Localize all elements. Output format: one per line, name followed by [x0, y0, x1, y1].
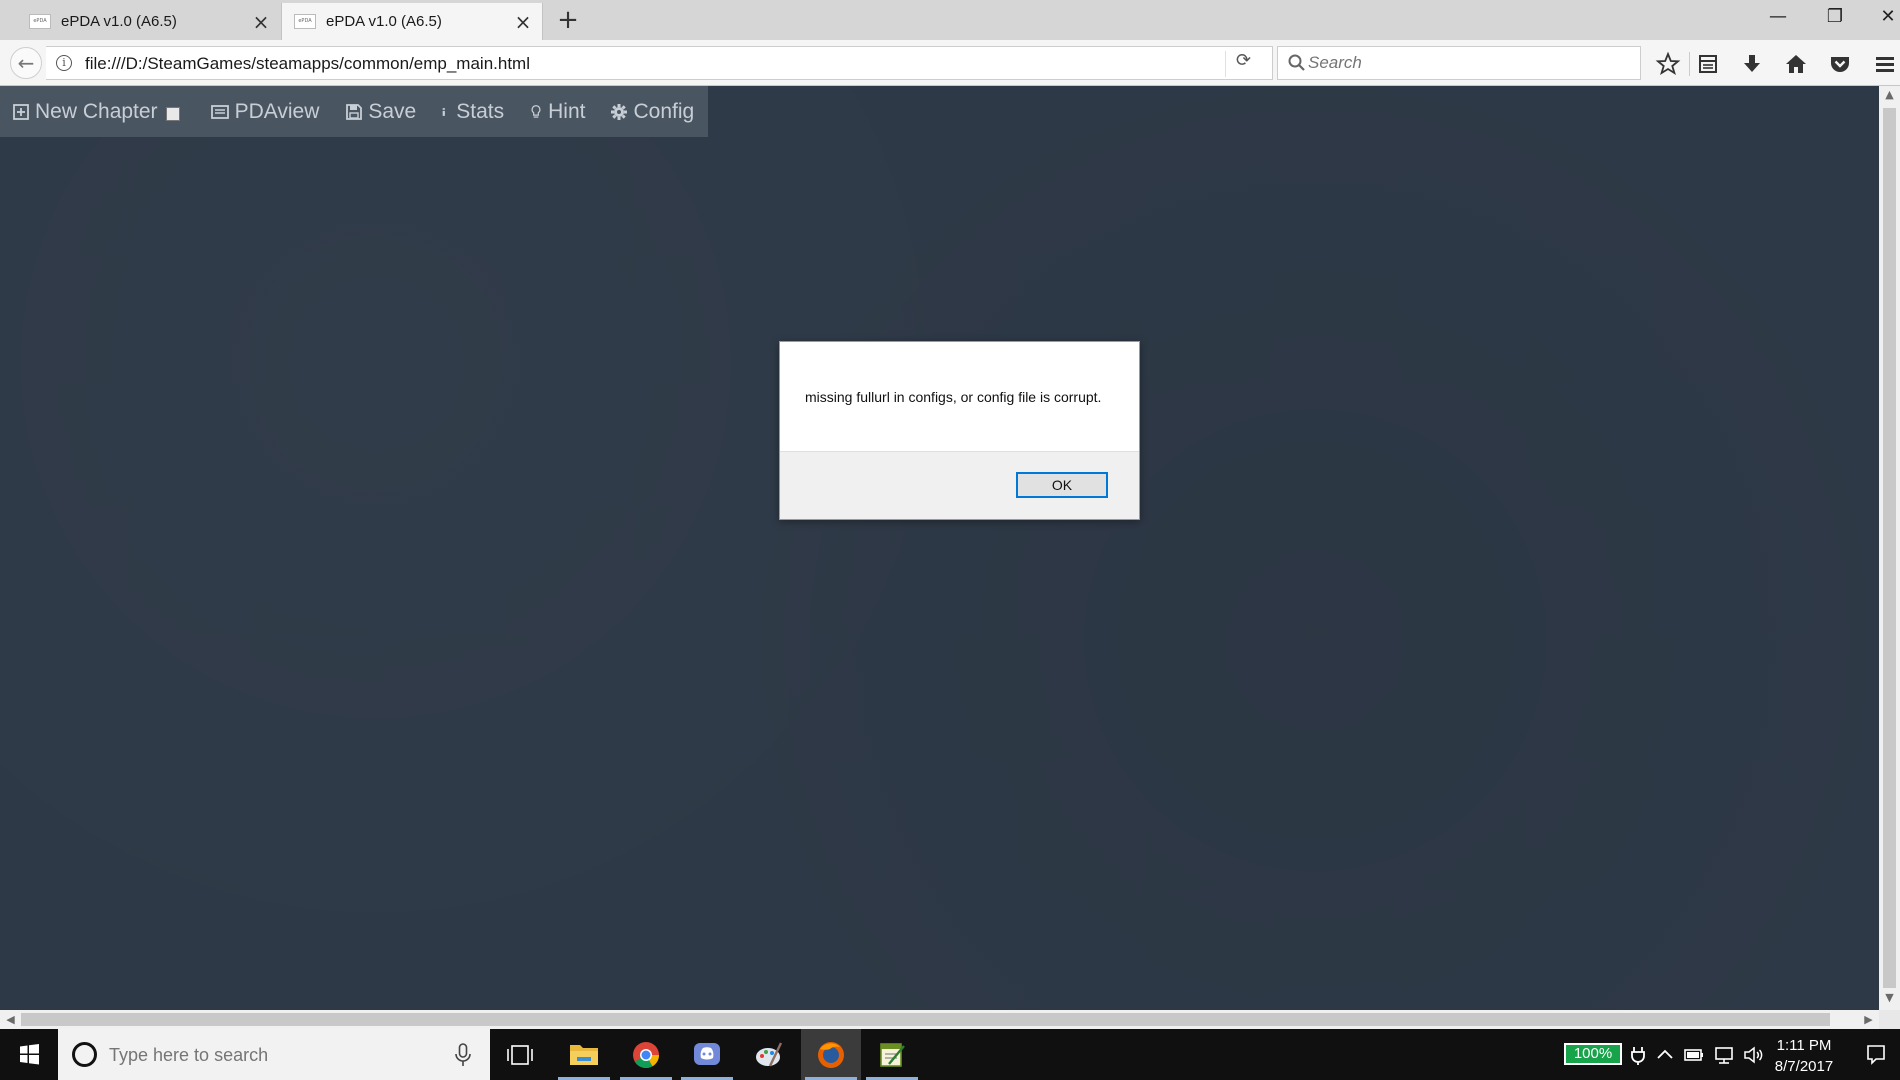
taskbar-clock[interactable]: 1:11 PM 8/7/2017 — [1769, 1035, 1839, 1077]
action-center-icon[interactable] — [1865, 1043, 1887, 1065]
vertical-scroll-thumb[interactable] — [1883, 108, 1896, 988]
notepad-icon — [880, 1043, 905, 1067]
scroll-down-arrow-icon[interactable]: ▼ — [1879, 991, 1900, 1008]
horizontal-scroll-thumb[interactable] — [21, 1013, 1830, 1026]
taskbar-search-box[interactable] — [58, 1029, 490, 1080]
hint-label: Hint — [548, 99, 586, 123]
alert-dialog: missing fullurl in configs, or config fi… — [779, 341, 1140, 520]
network-icon[interactable] — [1713, 1044, 1735, 1066]
hint-button[interactable]: Hint — [517, 86, 585, 137]
epda-favicon-icon: ePDA — [29, 14, 51, 29]
url-divider — [1225, 51, 1226, 77]
dialog-message: missing fullurl in configs, or config fi… — [805, 389, 1102, 405]
taskbar-paint[interactable] — [739, 1029, 799, 1080]
pdaview-label: PDAview — [234, 99, 320, 123]
show-hidden-icons-chevron-icon[interactable] — [1654, 1044, 1676, 1066]
discord-icon — [694, 1043, 720, 1065]
task-view-icon[interactable] — [505, 1042, 535, 1068]
lightbulb-icon — [531, 104, 541, 118]
browser-tab-active[interactable]: ePDA ePDA v1.0 (A6.5) × — [281, 3, 543, 40]
toolbar-divider — [1689, 52, 1690, 76]
page-content: New Chapter PDAview Save Stats Hint Conf… — [0, 86, 1879, 1010]
config-button[interactable]: Config — [598, 86, 694, 137]
tab-close-icon[interactable]: × — [246, 7, 276, 37]
new-tab-button[interactable]: + — [553, 5, 583, 35]
address-bar[interactable]: i file:///D:/SteamGames/steamapps/common… — [46, 46, 1273, 80]
restore-button[interactable]: ❐ — [1813, 0, 1857, 36]
new-chapter-checkbox[interactable] — [165, 106, 180, 121]
volume-icon[interactable] — [1742, 1044, 1764, 1066]
vertical-scrollbar[interactable]: ▲ ▼ — [1879, 86, 1900, 1010]
tab-close-icon[interactable]: × — [508, 7, 538, 37]
scroll-left-arrow-icon[interactable]: ◀ — [2, 1011, 19, 1028]
stats-button[interactable]: Stats — [429, 86, 504, 137]
navigation-toolbar: ← i file:///D:/SteamGames/steamapps/comm… — [0, 40, 1900, 86]
folder-icon — [570, 1045, 598, 1065]
pdaview-button[interactable]: PDAview — [198, 86, 320, 137]
bookmark-star-icon[interactable] — [1654, 50, 1682, 78]
plus-square-icon — [13, 103, 29, 120]
firefox-icon — [818, 1042, 844, 1068]
clock-time: 1:11 PM — [1776, 1037, 1832, 1054]
download-icon[interactable] — [1738, 50, 1766, 78]
chrome-icon — [633, 1042, 660, 1069]
taskbar-firefox[interactable] — [801, 1029, 861, 1080]
browser-tab[interactable]: ePDA ePDA v1.0 (A6.5) × — [0, 3, 280, 40]
search-input[interactable] — [1308, 47, 1628, 79]
taskbar-file-explorer[interactable] — [554, 1029, 614, 1080]
taskbar-notepad-app[interactable] — [862, 1029, 922, 1080]
taskbar-search-input[interactable] — [109, 1041, 439, 1069]
horizontal-scrollbar[interactable]: ◀ ▶ — [0, 1010, 1879, 1029]
list-alt-icon — [210, 104, 229, 119]
info-icon — [442, 107, 446, 116]
home-icon[interactable] — [1782, 50, 1810, 78]
config-label: Config — [633, 99, 695, 123]
windows-taskbar: 100% 1:11 PM 8/7/2017 — [0, 1029, 1900, 1080]
minimize-button[interactable]: — — [1756, 0, 1800, 36]
ok-button[interactable]: OK — [1016, 472, 1108, 498]
url-text[interactable]: file:///D:/SteamGames/steamapps/common/e… — [85, 54, 530, 74]
close-window-button[interactable]: ✕ — [1866, 0, 1900, 36]
new-chapter-label: New Chapter — [35, 99, 158, 123]
search-icon — [1288, 54, 1305, 71]
stats-label: Stats — [456, 99, 505, 123]
power-plug-icon[interactable] — [1627, 1044, 1649, 1066]
app-menu-bar: New Chapter PDAview Save Stats Hint Conf… — [0, 86, 708, 137]
tab-title: ePDA v1.0 (A6.5) — [61, 13, 177, 30]
hamburger-menu-icon[interactable] — [1870, 50, 1898, 78]
save-button[interactable]: Save — [333, 86, 416, 137]
floppy-disk-icon — [346, 103, 363, 120]
site-info-icon[interactable]: i — [56, 55, 72, 71]
microphone-icon[interactable] — [454, 1043, 472, 1067]
paint-palette-icon — [756, 1042, 783, 1067]
reading-list-icon[interactable] — [1694, 50, 1722, 78]
taskbar-discord[interactable] — [677, 1029, 737, 1080]
tab-title: ePDA v1.0 (A6.5) — [326, 13, 442, 30]
battery-icon[interactable] — [1683, 1044, 1705, 1066]
cortana-icon[interactable] — [72, 1042, 97, 1067]
gear-icon — [611, 103, 628, 120]
pocket-icon[interactable] — [1826, 50, 1854, 78]
windows-start-icon[interactable] — [0, 1029, 58, 1080]
back-button[interactable]: ← — [10, 47, 42, 79]
search-bar[interactable] — [1277, 46, 1641, 80]
scroll-up-arrow-icon[interactable]: ▲ — [1879, 88, 1900, 105]
browser-tab-strip: ePDA ePDA v1.0 (A6.5) × ePDA ePDA v1.0 (… — [0, 0, 1900, 40]
reload-icon[interactable]: ⟳ — [1236, 50, 1251, 71]
dialog-footer: OK — [780, 451, 1139, 519]
clock-date: 8/7/2017 — [1774, 1058, 1834, 1075]
save-label: Save — [368, 99, 417, 123]
scroll-right-arrow-icon[interactable]: ▶ — [1860, 1011, 1877, 1028]
battery-percentage[interactable]: 100% — [1564, 1043, 1622, 1065]
new-chapter-button[interactable]: New Chapter — [0, 86, 180, 137]
epda-favicon-icon: ePDA — [294, 14, 316, 29]
taskbar-chrome[interactable] — [616, 1029, 676, 1080]
scrollbar-corner — [1879, 1010, 1900, 1029]
